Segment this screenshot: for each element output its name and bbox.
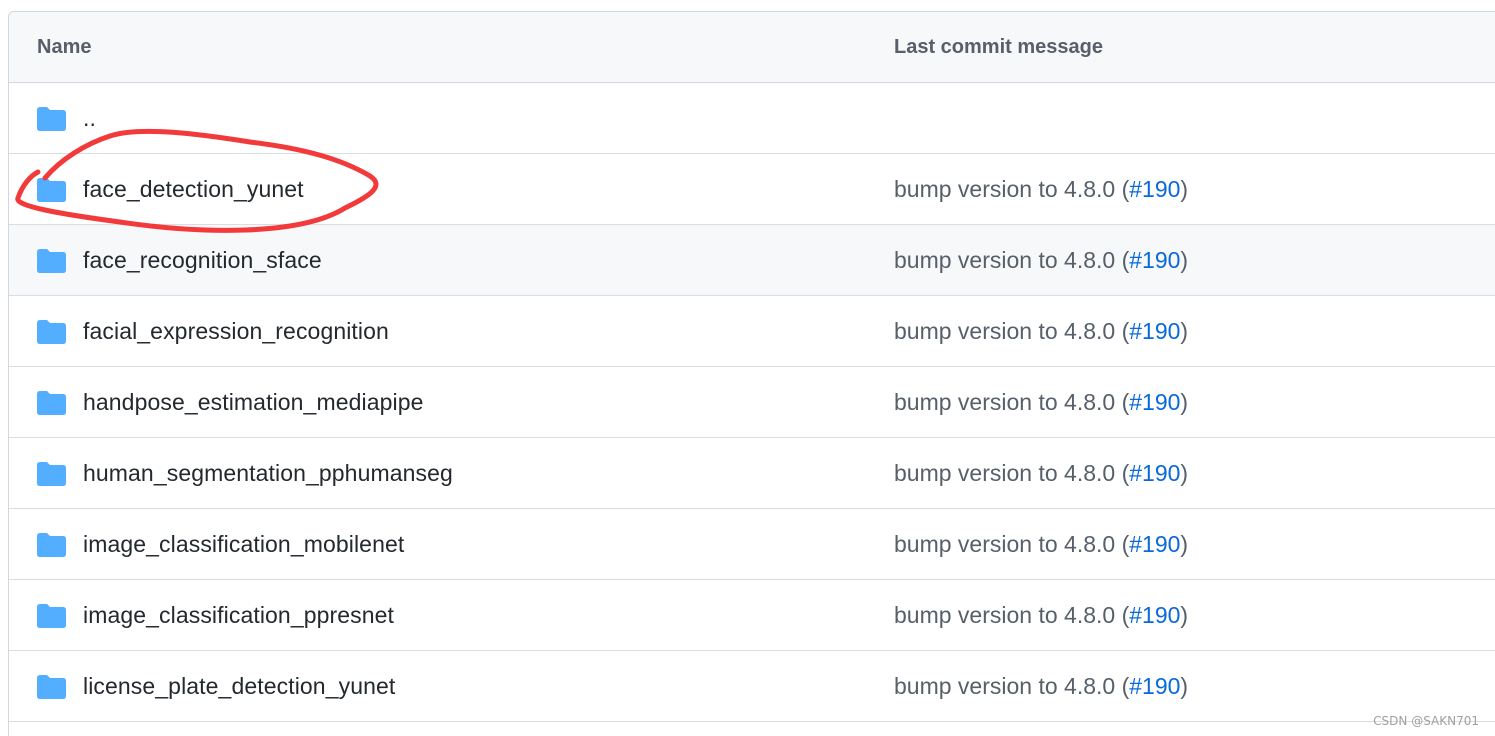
commit-message-close: ) [1180,389,1189,415]
file-name-link[interactable]: face_recognition_sface [83,225,322,296]
commit-message: bump version to 4.8.0 (#190) [894,367,1188,438]
commit-message-text: bump version to 4.8.0 ( [894,318,1130,344]
file-name-link[interactable]: image_classification_mobilenet [83,509,404,580]
folder-icon [37,391,66,415]
commit-message: bump version to 4.8.0 (#190) [894,580,1188,651]
commit-message: bump version to 4.8.0 (#190) [894,438,1188,509]
table-row[interactable]: image_classification_ppresnet bump versi… [9,580,1495,651]
pr-link[interactable]: #190 [1129,460,1180,486]
pr-link[interactable]: #190 [1129,318,1180,344]
watermark: CSDN @SAKN701 [1373,714,1479,728]
pr-link[interactable]: #190 [1129,673,1180,699]
file-name-link[interactable]: image_classification_ppresnet [83,580,394,651]
file-name-link[interactable]: facial_expression_recognition [83,296,389,367]
table-row[interactable]: license_plate_detection_yunet bump versi… [9,651,1495,722]
folder-icon [37,107,66,131]
folder-icon [37,249,66,273]
file-table: Name Last commit message .. face_detecti… [8,11,1495,736]
commit-message: bump version to 4.8.0 (#190) [894,509,1188,580]
column-header-name: Name [37,36,92,58]
commit-message: bump version to 4.8.0 (#190) [894,296,1188,367]
table-row[interactable]: face_recognition_sface bump version to 4… [9,225,1495,296]
commit-message-close: ) [1180,247,1189,273]
pr-link[interactable]: #190 [1129,602,1180,628]
table-row[interactable]: facial_expression_recognition bump versi… [9,296,1495,367]
table-row[interactable]: human_segmentation_pphumanseg bump versi… [9,438,1495,509]
table-header: Name Last commit message [9,12,1495,83]
folder-icon [37,604,66,628]
commit-message: bump version to 4.8.0 (#190) [894,225,1188,296]
commit-message-close: ) [1180,531,1189,557]
pr-link[interactable]: #190 [1129,531,1180,557]
commit-message-close: ) [1180,318,1189,344]
commit-message-close: ) [1180,673,1189,699]
commit-message-text: bump version to 4.8.0 ( [894,602,1130,628]
commit-message-text: bump version to 4.8.0 ( [894,460,1130,486]
commit-message-close: ) [1180,460,1189,486]
file-name-link[interactable]: handpose_estimation_mediapipe [83,367,423,438]
table-row-parent[interactable]: .. [9,83,1495,154]
file-name-link[interactable]: .. [83,83,96,154]
folder-icon [37,675,66,699]
commit-message-text: bump version to 4.8.0 ( [894,531,1130,557]
commit-message: bump version to 4.8.0 (#190) [894,651,1188,722]
column-header-message: Last commit message [894,36,1103,58]
folder-icon [37,320,66,344]
table-row[interactable]: face_detection_yunet bump version to 4.8… [9,154,1495,225]
pr-link[interactable]: #190 [1129,247,1180,273]
file-name-link[interactable]: license_plate_detection_yunet [83,651,395,722]
folder-icon [37,178,66,202]
commit-message-text: bump version to 4.8.0 ( [894,673,1130,699]
folder-icon [37,462,66,486]
commit-message-close: ) [1180,602,1189,628]
pr-link[interactable]: #190 [1129,389,1180,415]
table-row[interactable]: handpose_estimation_mediapipe bump versi… [9,367,1495,438]
screenshot-stage: Name Last commit message .. face_detecti… [0,0,1495,736]
file-name-link[interactable]: human_segmentation_pphumanseg [83,438,453,509]
folder-icon [37,533,66,557]
table-row[interactable]: image_classification_mobilenet bump vers… [9,509,1495,580]
commit-message: bump version to 4.8.0 (#190) [894,154,1188,225]
commit-message-close: ) [1180,176,1189,202]
commit-message-text: bump version to 4.8.0 ( [894,247,1130,273]
file-name-link[interactable]: face_detection_yunet [83,154,304,225]
commit-message-text: bump version to 4.8.0 ( [894,389,1130,415]
commit-message-text: bump version to 4.8.0 ( [894,176,1130,202]
pr-link[interactable]: #190 [1129,176,1180,202]
